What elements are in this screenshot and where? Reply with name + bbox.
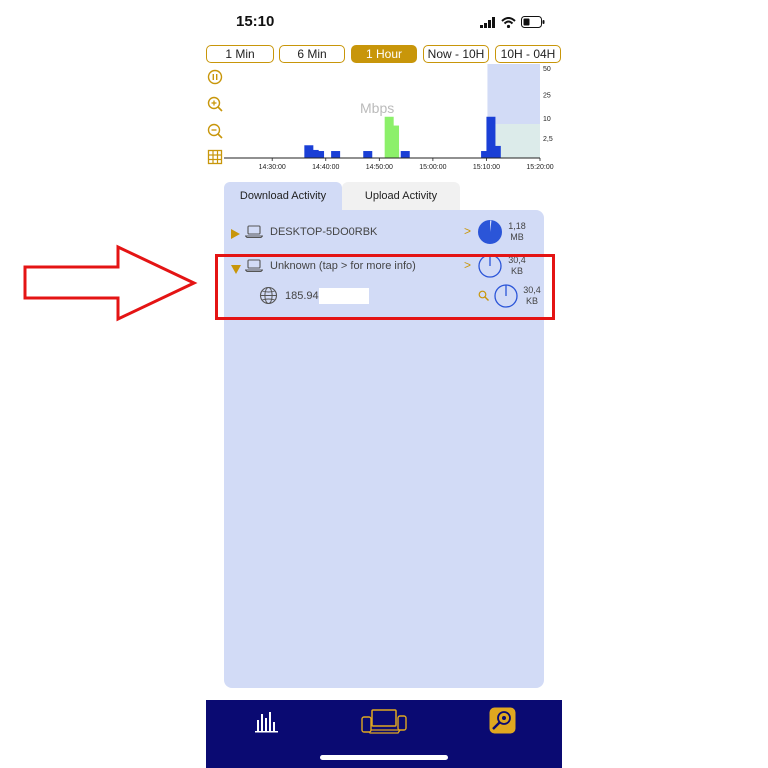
chevron-right-icon[interactable]: > <box>464 224 471 238</box>
zoom-in-icon[interactable] <box>207 96 223 112</box>
x-tick-label: 15:00:00 <box>419 164 446 171</box>
chart-bar <box>315 151 325 158</box>
battery-icon <box>521 16 545 28</box>
device-size: 1,18 MB <box>508 221 526 242</box>
grid-toggle-icon[interactable] <box>207 149 223 165</box>
zoom-out-icon[interactable] <box>207 123 223 139</box>
highlight-box <box>215 254 555 320</box>
range-10h-04h-button[interactable]: 10H - 04H <box>495 45 561 63</box>
traffic-chart: 50 25 10 2,5 14:30:00 14:40:00 14:50:00 15:00:0… <box>224 64 554 171</box>
range-now-10h-button[interactable]: Now - 10H <box>423 45 489 63</box>
pause-icon[interactable] <box>207 69 223 85</box>
tab-upload-activity[interactable]: Upload Activity <box>342 182 460 210</box>
y-tick-label: 25 <box>543 92 551 99</box>
wifi-icon <box>501 16 516 28</box>
status-icons <box>480 15 545 29</box>
status-time: 15:10 <box>236 13 275 30</box>
range-6min-button[interactable]: 6 Min <box>279 45 345 63</box>
chart-bar <box>400 151 410 158</box>
x-tick-label: 15:20:00 <box>526 164 553 171</box>
settings-app-icon[interactable] <box>489 707 516 734</box>
tab-download-activity[interactable]: Download Activity <box>224 182 342 210</box>
laptop-icon <box>245 225 263 238</box>
chart-bar <box>491 145 501 158</box>
x-tick-label: 14:40:00 <box>312 164 339 171</box>
expand-arrow-icon[interactable] <box>231 226 240 244</box>
bar-chart-icon[interactable] <box>254 710 280 734</box>
y-tick-label: 10 <box>543 116 551 123</box>
annotation-arrow-icon <box>23 244 198 322</box>
range-1hour-button[interactable]: 1 Hour <box>351 45 417 63</box>
home-indicator <box>320 755 448 760</box>
usage-pie-icon <box>478 220 502 244</box>
time-range-selector: 1 Min 6 Min 1 Hour Now - 10H 10H - 04H <box>206 45 562 63</box>
chart-bar <box>390 125 400 158</box>
chart-bar <box>331 151 341 158</box>
x-tick-label: 15:10:00 <box>473 164 500 171</box>
x-tick-label: 14:30:00 <box>259 164 286 171</box>
cellular-signal-icon <box>480 16 495 28</box>
y-tick-label: 2,5 <box>543 136 553 143</box>
range-1min-button[interactable]: 1 Min <box>206 45 274 63</box>
y-tick-label: 50 <box>543 66 551 73</box>
x-tick-label: 14:50:00 <box>366 164 393 171</box>
chart-bar <box>363 151 373 158</box>
device-name[interactable]: DESKTOP-5DO0RBK <box>270 226 377 238</box>
devices-icon[interactable] <box>360 708 408 736</box>
